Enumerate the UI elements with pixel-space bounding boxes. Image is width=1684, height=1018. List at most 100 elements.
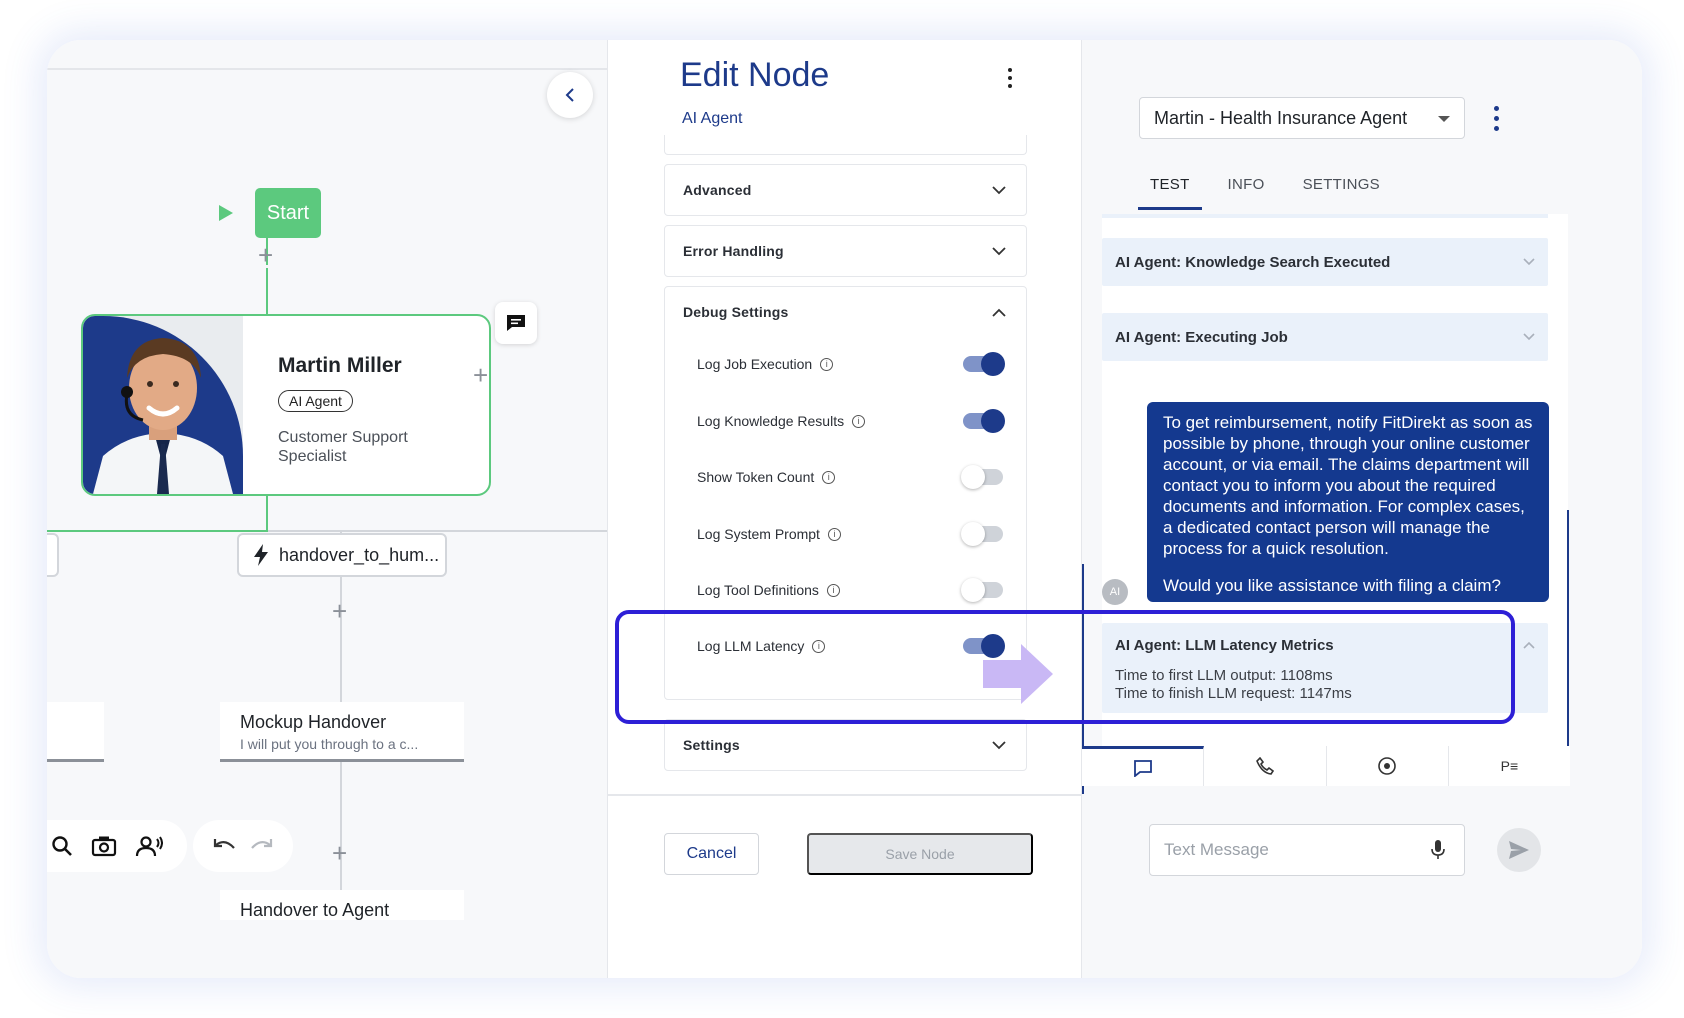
node-title: Mockup Handover [240, 712, 387, 732]
voice-icon[interactable] [135, 835, 163, 857]
agent-select[interactable]: Martin - Health Insurance Agent [1139, 97, 1465, 139]
toggle-log-knowledge-results: Log Knowledge Results i [697, 406, 1005, 436]
event-knowledge-search[interactable]: AI Agent: Knowledge Search Executed [1102, 238, 1548, 286]
history-toolbar [193, 820, 293, 872]
agent-role: Customer Support Specialist [278, 429, 408, 465]
cancel-button[interactable]: Cancel [664, 833, 759, 875]
previous-section [664, 135, 1027, 155]
log-system-prompt-switch[interactable] [961, 522, 1003, 546]
tab-voice[interactable] [1204, 746, 1327, 786]
arrow-icon [983, 644, 1053, 704]
record-icon [1378, 757, 1396, 775]
info-icon[interactable]: i [822, 470, 836, 484]
latency-first-output: Time to first LLM output: 1108ms [1115, 667, 1333, 684]
more-options-icon[interactable] [1494, 106, 1499, 131]
chevron-down-icon[interactable] [992, 740, 1006, 750]
bot-message: To get reimbursement, notify FitDirekt a… [1147, 402, 1549, 602]
chevron-down-icon[interactable] [992, 246, 1006, 256]
canvas-top-divider [47, 68, 607, 70]
flow-connector [268, 530, 607, 532]
play-icon[interactable] [219, 205, 233, 221]
info-icon[interactable]: i [827, 527, 841, 541]
event-title: AI Agent: Knowledge Search Executed [1115, 253, 1391, 271]
footer-divider [608, 794, 1081, 796]
toggle-label: Show Token Count [697, 469, 815, 485]
save-node-button[interactable]: Save Node [807, 833, 1033, 875]
chevron-down-icon[interactable] [1523, 333, 1535, 341]
latency-finish: Time to finish LLM request: 1147ms [1115, 685, 1352, 702]
tab-settings[interactable]: SETTINGS [1291, 172, 1392, 210]
event-title: AI Agent: LLM Latency Metrics [1115, 636, 1334, 654]
tab-info[interactable]: INFO [1216, 172, 1277, 210]
previous-event [1102, 214, 1548, 218]
lightning-icon [254, 544, 268, 566]
agent-avatar [83, 316, 243, 494]
flow-connector [266, 496, 268, 532]
partial-node[interactable] [47, 702, 104, 762]
ai-avatar: AI [1102, 579, 1128, 605]
flow-canvas[interactable]: Start + Martin Miller AI Agent Customer … [47, 40, 608, 978]
info-icon[interactable]: i [852, 414, 866, 428]
info-icon[interactable]: i [820, 357, 834, 371]
more-options-icon[interactable] [1008, 68, 1012, 88]
text-message-input[interactable]: Text Message [1149, 824, 1465, 876]
redo-icon[interactable] [249, 837, 273, 855]
settings-section[interactable]: Settings [664, 719, 1027, 771]
start-node[interactable]: Start [255, 188, 321, 238]
advanced-section[interactable]: Advanced [664, 164, 1027, 216]
node-type: AI Agent [682, 110, 743, 127]
event-title: AI Agent: Executing Job [1115, 328, 1288, 346]
chevron-up-icon[interactable] [992, 308, 1006, 317]
partial-node[interactable] [47, 533, 59, 577]
toggle-label: Log Knowledge Results [697, 413, 845, 429]
event-llm-latency[interactable]: AI Agent: LLM Latency Metrics Time to fi… [1102, 623, 1548, 713]
agent-select-value: Martin - Health Insurance Agent [1154, 107, 1408, 128]
flow-connector [340, 762, 342, 892]
log-tool-definitions-switch[interactable] [961, 578, 1003, 602]
collapse-panel-button[interactable] [547, 72, 593, 118]
chat-bubble-icon [1133, 759, 1152, 777]
chevron-down-icon[interactable] [1523, 258, 1535, 266]
add-side-node-icon[interactable]: + [473, 362, 488, 388]
info-icon[interactable]: i [812, 639, 826, 653]
add-node-icon[interactable]: + [258, 242, 273, 268]
show-token-count-switch[interactable] [961, 465, 1003, 489]
search-icon[interactable] [51, 835, 73, 857]
message-text: To get reimbursement, notify FitDirekt a… [1163, 413, 1533, 558]
agent-type-badge: AI Agent [278, 390, 353, 412]
app-frame: Start + Martin Miller AI Agent Customer … [47, 40, 1642, 978]
camera-icon[interactable] [91, 835, 117, 857]
event-executing-job[interactable]: AI Agent: Executing Job [1102, 313, 1548, 361]
panel-title: Edit Node [680, 56, 830, 94]
send-button[interactable] [1497, 828, 1541, 872]
toggle-log-job-execution: Log Job Execution i [697, 349, 1005, 379]
toggle-label: Log System Prompt [697, 526, 820, 542]
mockup-handover-node[interactable]: Mockup Handover I will put you through t… [220, 702, 464, 762]
info-icon[interactable]: i [826, 583, 840, 597]
chat-log[interactable]: AI Agent: Knowledge Search Executed AI A… [1102, 214, 1568, 748]
tab-record[interactable] [1327, 746, 1449, 786]
microphone-icon[interactable] [1430, 839, 1446, 861]
toggle-label: Log Tool Definitions [697, 582, 819, 598]
toggle-log-system-prompt: Log System Prompt i [697, 519, 1003, 549]
chat-comment-icon[interactable] [495, 302, 537, 344]
chevron-down-icon[interactable] [992, 185, 1006, 195]
log-job-execution-switch[interactable] [963, 352, 1005, 376]
toggle-show-token-count: Show Token Count i [697, 462, 1003, 492]
agent-name: Martin Miller [278, 354, 402, 377]
add-node-icon[interactable]: + [332, 840, 347, 866]
handover-node[interactable]: handover_to_hum... [237, 533, 447, 577]
ai-agent-node[interactable]: Martin Miller AI Agent Customer Support … [81, 314, 491, 496]
handover-to-agent-node[interactable]: Handover to Agent [220, 890, 464, 920]
undo-icon[interactable] [213, 837, 237, 855]
chevron-up-icon[interactable] [1523, 641, 1535, 649]
error-handling-section[interactable]: Error Handling [664, 225, 1027, 277]
input-placeholder: Text Message [1164, 840, 1269, 859]
dropdown-caret-icon [1438, 116, 1450, 122]
tab-transcript[interactable]: P≡ [1449, 746, 1570, 786]
toggle-log-tool-definitions: Log Tool Definitions i [697, 575, 1003, 605]
log-knowledge-results-switch[interactable] [963, 409, 1005, 433]
tab-test[interactable]: TEST [1138, 172, 1202, 210]
tab-chat[interactable] [1082, 746, 1205, 786]
add-node-icon[interactable]: + [332, 598, 347, 624]
